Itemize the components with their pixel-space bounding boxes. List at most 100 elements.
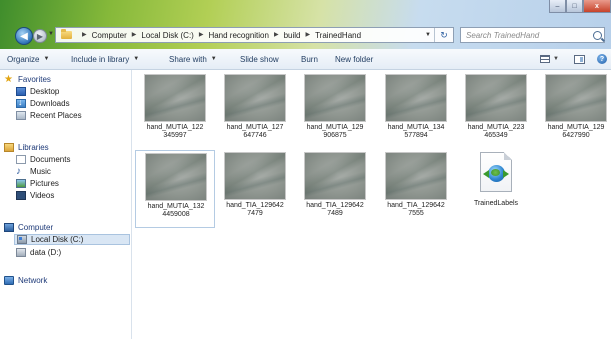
nav-favorites[interactable]: ★ Favorites: [4, 74, 51, 85]
chevron-right-icon[interactable]: ▶: [132, 31, 137, 40]
slide-show-button[interactable]: Slide show: [240, 49, 279, 69]
burn-button[interactable]: Burn: [301, 49, 318, 69]
nav-data-d[interactable]: data (D:): [16, 247, 61, 258]
file-name: hand_MUTIA_223 465349: [456, 124, 536, 140]
maximize-button[interactable]: □: [566, 0, 583, 13]
breadcrumb-item[interactable]: TrainedHand: [315, 31, 361, 40]
nav-videos[interactable]: Videos: [16, 190, 54, 201]
search-input[interactable]: [461, 29, 591, 41]
file-name-line-1: hand_MUTIA_132: [147, 203, 205, 210]
file-item[interactable]: hand_MUTIA_134 577894: [376, 72, 456, 150]
organize-label: Organize: [7, 54, 40, 64]
arrow-left-icon: [483, 170, 489, 178]
nav-libraries[interactable]: Libraries: [4, 142, 49, 153]
nav-music[interactable]: ♪ Music: [16, 166, 51, 177]
xml-file-icon: [480, 152, 512, 192]
recent-places-icon: [16, 111, 26, 120]
file-item[interactable]: TrainedLabels: [456, 150, 536, 228]
nav-network-label: Network: [18, 276, 48, 285]
file-name: hand_MUTIA_132 4459008: [136, 203, 216, 219]
file-name-line-1: hand_MUTIA_129: [547, 124, 605, 131]
share-with-label: Share with: [169, 54, 207, 64]
computer-icon: [4, 223, 14, 232]
address-bar[interactable]: ▶ Computer ▶ Local Disk (C:) ▶ Hand recogniti…: [55, 27, 454, 43]
organize-menu[interactable]: Organize ▼: [7, 49, 49, 69]
search-icon[interactable]: [593, 30, 602, 40]
chevron-down-icon: ▼: [133, 56, 140, 62]
breadcrumb-item[interactable]: Local Disk (C:): [141, 31, 193, 40]
file-name-line-1: hand_MUTIA_134: [387, 124, 445, 131]
image-thumbnail: [385, 74, 447, 122]
local-disk-icon: [17, 235, 27, 244]
file-item[interactable]: hand_MUTIA_129 906875: [295, 72, 375, 150]
nav-pictures[interactable]: Pictures: [16, 178, 59, 189]
close-button[interactable]: x: [583, 0, 611, 13]
breadcrumb-item[interactable]: Hand recognition: [208, 31, 268, 40]
file-item[interactable]: hand_MUTIA_132 4459008: [135, 150, 215, 228]
libraries-icon: [4, 143, 14, 152]
file-name-line-2: 906875: [323, 132, 347, 139]
new-folder-button[interactable]: New folder: [335, 49, 373, 69]
file-item[interactable]: hand_MUTIA_129 6427990: [536, 72, 611, 150]
file-name-line-2: 4459008: [162, 211, 190, 218]
preview-pane-button[interactable]: [574, 53, 585, 65]
nav-computer[interactable]: Computer: [4, 222, 53, 233]
back-button[interactable]: ◀: [15, 27, 33, 45]
chevron-right-icon[interactable]: ▶: [199, 31, 204, 40]
music-icon: ♪: [16, 166, 21, 177]
nav-desktop-label: Desktop: [30, 87, 60, 96]
file-name-line-2: 345997: [163, 132, 187, 139]
file-name-line-1: hand_TIA_129642: [387, 202, 445, 209]
file-item[interactable]: hand_TIA_129642 7489: [295, 150, 375, 228]
breadcrumb-item[interactable]: build: [284, 31, 301, 40]
chevron-down-icon: ▼: [43, 56, 50, 62]
desktop-icon: [16, 87, 26, 96]
file-name: hand_MUTIA_122 345997: [135, 124, 215, 140]
file-name-line-1: hand_TIA_129642: [226, 202, 284, 209]
file-item[interactable]: hand_MUTIA_223 465349: [456, 72, 536, 150]
share-with-menu[interactable]: Share with ▼: [169, 49, 217, 69]
image-thumbnail: [144, 74, 206, 122]
image-thumbnail: [304, 152, 366, 200]
file-item[interactable]: hand_MUTIA_122 345997: [135, 72, 215, 150]
file-name-line-2: 7479: [247, 210, 263, 217]
file-name-line-1: hand_TIA_129642: [306, 202, 364, 209]
file-item[interactable]: hand_TIA_129642 7479: [215, 150, 295, 228]
breadcrumb-item[interactable]: Computer: [92, 31, 127, 40]
nav-downloads[interactable]: Downloads: [16, 97, 70, 109]
title-bar: – □ x ◀ ▶ ▼ ▶ Computer ▶ Local Disk (C:) ▶ Ha…: [0, 0, 611, 49]
window-controls: – □ x: [549, 0, 611, 13]
nav-recent-places[interactable]: Recent Places: [16, 110, 82, 121]
file-name-line-2: 6427990: [562, 132, 590, 139]
chevron-down-icon: ▼: [553, 56, 559, 62]
nav-data-d-label: data (D:): [30, 248, 62, 257]
file-name: hand_TIA_129642 7555: [376, 202, 456, 218]
image-thumbnail: [224, 74, 286, 122]
include-in-library-label: Include in library: [71, 54, 130, 64]
nav-videos-label: Videos: [30, 191, 55, 200]
file-item[interactable]: hand_MUTIA_127 647746: [215, 72, 295, 150]
recent-pages-dropdown[interactable]: ▼: [48, 31, 54, 37]
chevron-right-icon[interactable]: ▶: [305, 31, 310, 40]
file-name-line-1: hand_MUTIA_127: [226, 124, 284, 131]
nav-documents[interactable]: Documents: [16, 154, 70, 165]
chevron-right-icon[interactable]: ▶: [274, 31, 279, 40]
nav-network[interactable]: Network: [4, 275, 47, 286]
chevron-right-icon[interactable]: ▶: [82, 31, 87, 40]
nav-recent-places-label: Recent Places: [30, 111, 82, 120]
address-dropdown-icon[interactable]: ▼: [422, 32, 434, 38]
forward-arrow-icon: ▶: [36, 31, 44, 41]
nav-local-disk-c[interactable]: Local Disk (C:): [14, 234, 130, 245]
file-name: hand_MUTIA_129 6427990: [536, 124, 611, 140]
nav-desktop[interactable]: Desktop: [16, 86, 59, 97]
forward-button[interactable]: ▶: [33, 29, 47, 43]
help-button[interactable]: ?: [597, 53, 607, 65]
include-in-library-menu[interactable]: Include in library ▼: [71, 49, 139, 69]
minimize-button[interactable]: –: [549, 0, 566, 13]
refresh-button[interactable]: ↻: [434, 28, 453, 42]
videos-icon: [16, 191, 26, 200]
nav-computer-label: Computer: [18, 223, 54, 232]
change-view-button[interactable]: ▼: [540, 53, 559, 65]
file-item[interactable]: hand_TIA_129642 7555: [376, 150, 456, 228]
file-name: hand_TIA_129642 7489: [295, 202, 375, 218]
